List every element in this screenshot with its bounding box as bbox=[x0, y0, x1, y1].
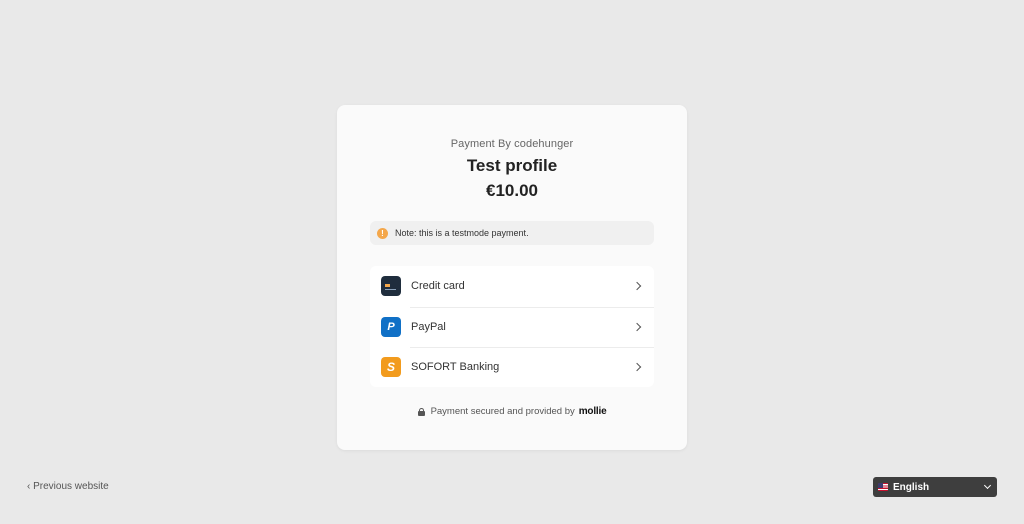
chevron-right-icon bbox=[632, 322, 642, 331]
sofort-icon: S bbox=[381, 357, 401, 378]
payment-methods-list: Credit card P PayPal S SOFORT Banking bbox=[370, 266, 654, 387]
language-selector[interactable]: English bbox=[873, 477, 997, 497]
chevron-right-icon bbox=[632, 282, 642, 291]
info-icon: ! bbox=[377, 227, 388, 239]
testmode-note: ! Note: this is a testmode payment. bbox=[370, 221, 654, 245]
method-sofort-banking[interactable]: S SOFORT Banking bbox=[370, 347, 654, 388]
mollie-logo: mollie bbox=[578, 406, 607, 417]
payment-amount: €10.00 bbox=[486, 181, 538, 200]
method-label: SOFORT Banking bbox=[411, 361, 500, 374]
secured-text: Payment secured and provided by bbox=[430, 406, 575, 417]
previous-website-link[interactable]: ‹ Previous website bbox=[27, 481, 109, 492]
paypal-icon: P bbox=[381, 316, 401, 337]
method-label: Credit card bbox=[411, 280, 465, 293]
payment-card: Payment By codehunger Test profile €10.0… bbox=[337, 105, 687, 450]
merchant-line: Payment By codehunger bbox=[450, 138, 574, 150]
method-paypal[interactable]: P PayPal bbox=[370, 306, 654, 348]
chevron-down-icon bbox=[983, 481, 992, 490]
credit-card-icon bbox=[381, 276, 401, 297]
lock-icon bbox=[417, 407, 425, 416]
chevron-right-icon bbox=[632, 363, 642, 372]
secured-footer: Payment secured and provided by mollie bbox=[337, 406, 687, 417]
language-label: English bbox=[893, 481, 930, 493]
testmode-note-text: Note: this is a testmode payment. bbox=[395, 228, 529, 238]
method-credit-card[interactable]: Credit card bbox=[370, 266, 654, 307]
profile-name: Test profile bbox=[466, 156, 558, 175]
method-label: PayPal bbox=[411, 320, 446, 333]
us-flag-icon bbox=[878, 483, 888, 491]
